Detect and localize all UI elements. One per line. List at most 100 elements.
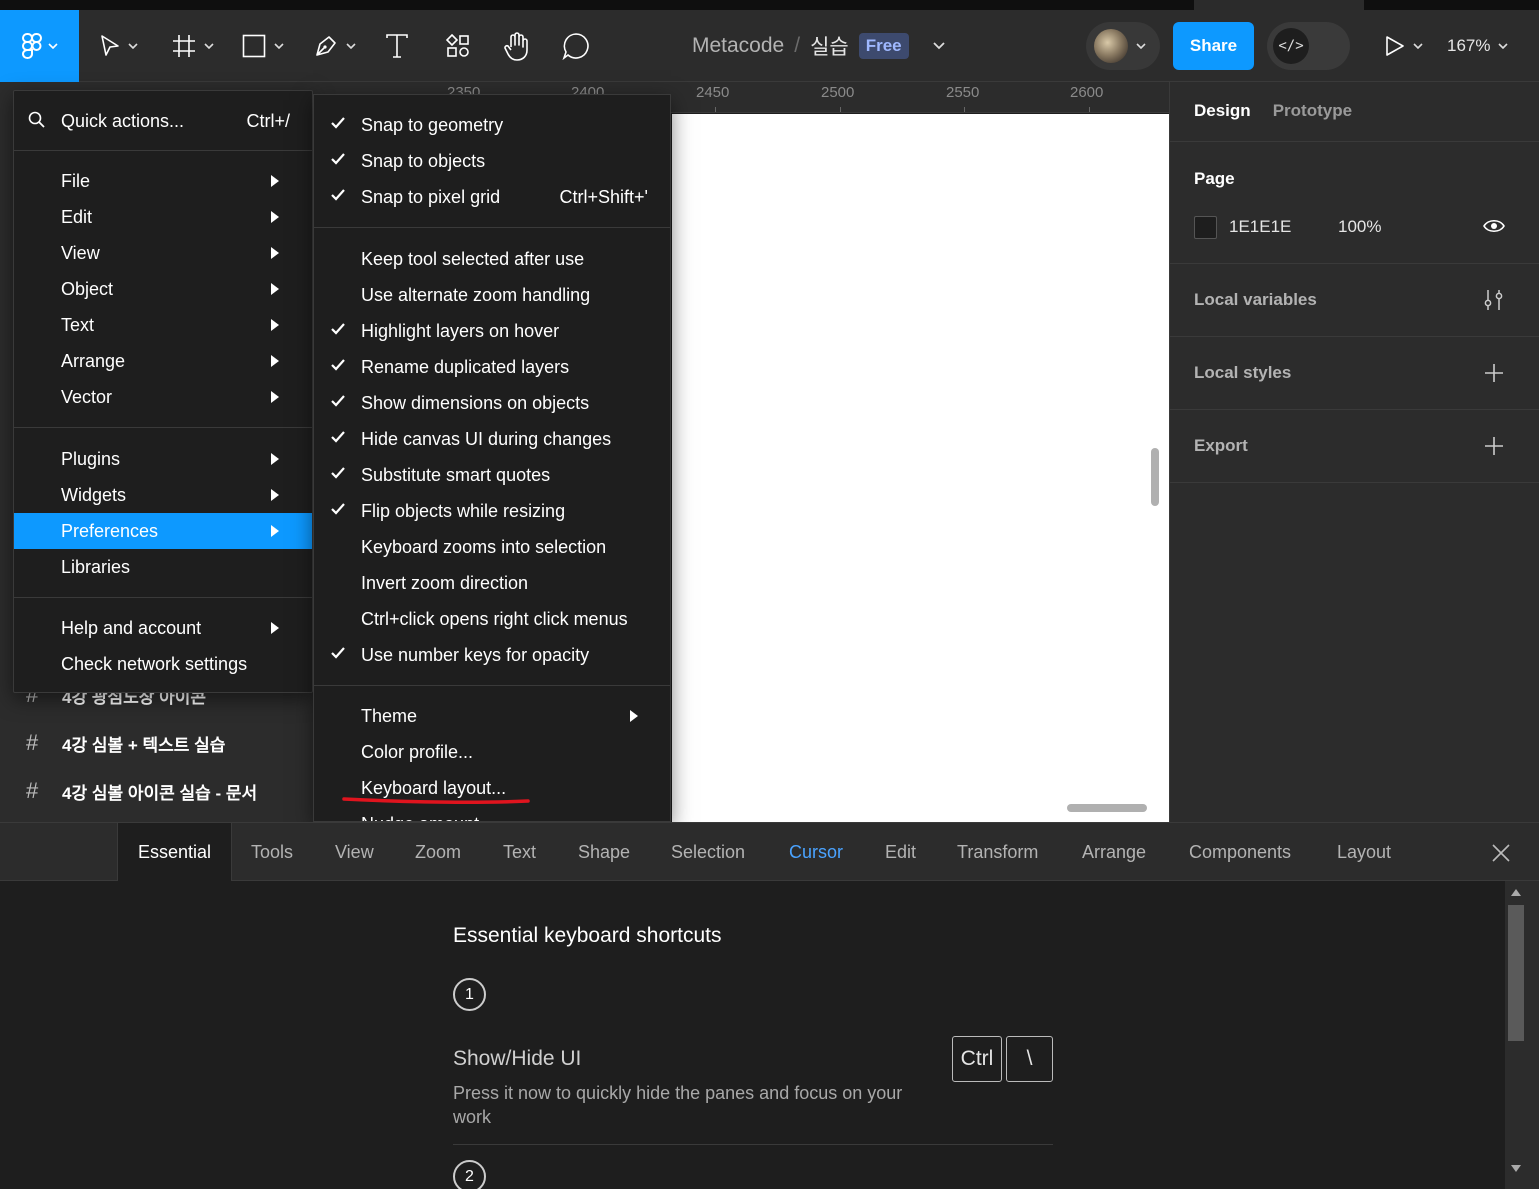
pref-invert-zoom[interactable]: Invert zoom direction — [314, 565, 670, 601]
pref-number-keys-opacity[interactable]: Use number keys for opacity — [314, 637, 670, 673]
menu-item-help-and-account[interactable]: Help and account — [14, 610, 312, 646]
menu-item-vector[interactable]: Vector — [14, 379, 312, 415]
layer-item[interactable]: # 4강 심볼 아이콘 실습 - 문서 — [26, 778, 257, 804]
file-title[interactable]: Metacode / 실습 Free — [692, 10, 945, 82]
menu-item-view[interactable]: View — [14, 235, 312, 271]
pref-smart-quotes[interactable]: Substitute smart quotes — [314, 457, 670, 493]
move-tool-icon — [101, 35, 119, 56]
plan-badge: Free — [858, 33, 909, 59]
scroll-up-icon[interactable] — [1511, 889, 1521, 896]
tab-selection[interactable]: Selection — [671, 823, 745, 881]
pref-keyboard-zooms[interactable]: Keyboard zooms into selection — [314, 529, 670, 565]
variables-icon[interactable] — [1483, 288, 1505, 312]
menu-item-object[interactable]: Object — [14, 271, 312, 307]
pref-label: Keyboard zooms into selection — [361, 537, 607, 557]
pref-keep-tool-selected[interactable]: Keep tool selected after use — [314, 241, 670, 277]
add-style-icon[interactable] — [1484, 363, 1504, 383]
share-button[interactable]: Share — [1173, 22, 1254, 70]
quick-actions-item[interactable]: Quick actions... Ctrl+/ — [14, 103, 312, 139]
present-button[interactable] — [1385, 10, 1423, 82]
tab-zoom[interactable]: Zoom — [415, 823, 461, 881]
page-opacity-value[interactable]: 100% — [1338, 217, 1381, 237]
tab-prototype[interactable]: Prototype — [1273, 101, 1352, 121]
pref-show-dimensions[interactable]: Show dimensions on objects — [314, 385, 670, 421]
menu-item-libraries[interactable]: Libraries — [14, 549, 312, 585]
pref-hide-canvas-ui[interactable]: Hide canvas UI during changes — [314, 421, 670, 457]
page-color-value[interactable]: 1E1E1E — [1229, 217, 1291, 237]
menu-item-file[interactable]: File — [14, 163, 312, 199]
pref-label: Show dimensions on objects — [361, 393, 590, 413]
file-name[interactable]: Metacode — [692, 34, 784, 58]
dev-mode-toggle[interactable]: </> — [1267, 22, 1350, 70]
pref-highlight-layers[interactable]: Highlight layers on hover — [314, 313, 670, 349]
pref-alternate-zoom[interactable]: Use alternate zoom handling — [314, 277, 670, 313]
quick-actions-shortcut: Ctrl+/ — [246, 110, 290, 131]
tab-design[interactable]: Design — [1194, 101, 1251, 121]
pen-tool[interactable] — [314, 10, 356, 82]
menu-item-text[interactable]: Text — [14, 307, 312, 343]
eye-icon[interactable] — [1483, 218, 1505, 234]
tab-transform[interactable]: Transform — [957, 823, 1038, 881]
tab-edit[interactable]: Edit — [885, 823, 916, 881]
zoom-dropdown[interactable]: 167% — [1447, 10, 1509, 82]
menu-item-label: File — [61, 170, 91, 191]
menu-item-arrange[interactable]: Arrange — [14, 343, 312, 379]
local-variables-label[interactable]: Local variables — [1194, 290, 1317, 310]
hand-tool[interactable] — [503, 10, 531, 82]
menu-item-edit[interactable]: Edit — [14, 199, 312, 235]
pref-rename-duplicated[interactable]: Rename duplicated layers — [314, 349, 670, 385]
pref-snap-to-objects[interactable]: Snap to objects — [314, 143, 670, 179]
submenu-arrow-icon — [271, 211, 279, 223]
shortcuts-scrollbar[interactable] — [1505, 881, 1527, 1189]
comment-tool[interactable] — [562, 10, 590, 82]
tab-hint[interactable] — [1194, 0, 1364, 10]
frame-icon: # — [26, 778, 39, 803]
chevron-down-icon — [274, 43, 284, 49]
pref-snap-to-geometry[interactable]: Snap to geometry — [314, 107, 670, 143]
tab-layout[interactable]: Layout — [1337, 823, 1391, 881]
ruler-tick-mark — [715, 107, 716, 112]
menu-item-preferences[interactable]: Preferences — [14, 513, 312, 549]
page-color-swatch[interactable] — [1194, 216, 1217, 239]
menu-item-check-network-settings[interactable]: Check network settings — [14, 646, 312, 682]
page-name[interactable]: 실습 — [810, 31, 849, 61]
chevron-down-icon — [47, 43, 58, 49]
submenu-arrow-icon — [630, 710, 638, 722]
submenu-arrow-icon — [271, 175, 279, 187]
resources-tool[interactable] — [446, 10, 470, 82]
layer-item[interactable]: # 4강 심볼 + 텍스트 실습 — [26, 730, 225, 756]
tab-text[interactable]: Text — [503, 823, 536, 881]
pref-flip-objects[interactable]: Flip objects while resizing — [314, 493, 670, 529]
move-tool[interactable] — [100, 10, 138, 82]
scroll-down-icon[interactable] — [1511, 1165, 1521, 1172]
pref-ctrl-click[interactable]: Ctrl+click opens right click menus — [314, 601, 670, 637]
tab-shape[interactable]: Shape — [578, 823, 630, 881]
canvas-horizontal-scrollbar[interactable] — [1067, 804, 1147, 812]
tab-tools[interactable]: Tools — [251, 823, 293, 881]
chevron-down-icon[interactable] — [933, 42, 945, 50]
tab-arrange[interactable]: Arrange — [1082, 823, 1146, 881]
frame-tool[interactable] — [172, 10, 214, 82]
search-icon — [28, 111, 45, 128]
pref-theme[interactable]: Theme — [314, 698, 670, 734]
close-icon[interactable] — [1491, 843, 1511, 863]
menu-separator — [314, 227, 670, 228]
main-menu-button[interactable] — [0, 10, 79, 82]
canvas-frame[interactable] — [672, 114, 1169, 822]
tab-view[interactable]: View — [335, 823, 374, 881]
menu-item-plugins[interactable]: Plugins — [14, 441, 312, 477]
scrollbar-thumb[interactable] — [1508, 905, 1524, 1041]
tab-components[interactable]: Components — [1189, 823, 1291, 881]
user-avatar-button[interactable] — [1086, 22, 1160, 70]
tab-cursor[interactable]: Cursor — [789, 823, 843, 881]
canvas-vertical-scrollbar[interactable] — [1151, 448, 1159, 506]
add-export-icon[interactable] — [1484, 436, 1504, 456]
pref-snap-to-pixel-grid[interactable]: Snap to pixel grid Ctrl+Shift+' — [314, 179, 670, 215]
shortcuts-content: Essential keyboard shortcuts 1 Show/Hide… — [0, 881, 1505, 1189]
menu-item-widgets[interactable]: Widgets — [14, 477, 312, 513]
pref-color-profile[interactable]: Color profile... — [314, 734, 670, 770]
shape-tool[interactable] — [242, 10, 284, 82]
text-tool[interactable] — [385, 10, 409, 82]
tab-essential[interactable]: Essential — [117, 823, 233, 882]
checkmark-icon — [331, 189, 345, 201]
